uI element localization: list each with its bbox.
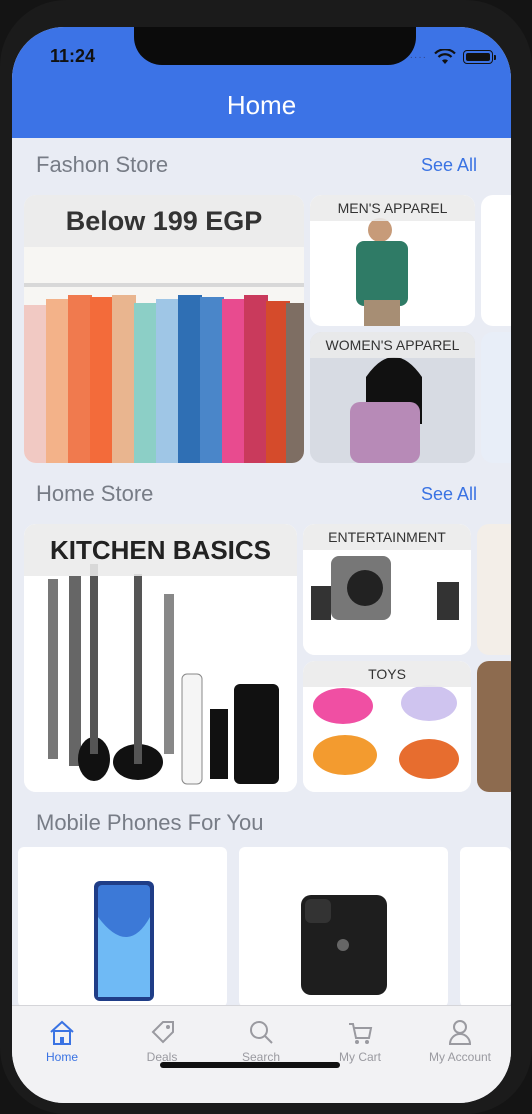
toys-tile[interactable]: TOYS <box>303 661 471 792</box>
product-card[interactable] <box>239 847 448 1007</box>
search-icon <box>250 1021 273 1044</box>
phone-frame: 11:24 ···· Home Fashon Store See All Bel… <box>0 0 532 1114</box>
section-title-fashion: Fashon Store <box>36 152 169 177</box>
phone-product-image <box>301 895 387 995</box>
more-fashion-tile[interactable] <box>481 195 511 326</box>
battery-icon <box>463 50 496 64</box>
tab-search[interactable]: Search <box>221 1018 301 1064</box>
mens-apparel-label: MEN'S APPAREL <box>310 195 475 221</box>
tab-bar: Home Deals Search My Cart My Account <box>12 1005 511 1103</box>
tab-my-account-label: My Account <box>428 1050 492 1064</box>
tab-my-cart[interactable]: My Cart <box>320 1018 400 1064</box>
wifi-icon <box>434 49 456 64</box>
tag-icon <box>151 1021 174 1044</box>
see-all-home-link[interactable]: See All <box>421 484 477 505</box>
notch <box>134 27 416 65</box>
page-title: Home <box>226 90 297 120</box>
more-home-tile[interactable] <box>477 524 511 655</box>
tab-home[interactable]: Home <box>22 1018 102 1064</box>
more-fashion-tile-2[interactable] <box>481 332 511 463</box>
product-card[interactable] <box>18 847 227 1007</box>
section-title-mobile: Mobile Phones For You <box>36 810 264 835</box>
product-card[interactable] <box>460 847 511 1007</box>
status-icons: ···· <box>409 49 496 65</box>
cart-icon <box>349 1023 373 1044</box>
womens-apparel-label: WOMEN'S APPAREL <box>310 332 475 358</box>
status-time: 11:24 <box>50 46 96 66</box>
womens-apparel-tile[interactable]: WOMEN'S APPAREL <box>310 332 475 463</box>
entertainment-label: ENTERTAINMENT <box>303 524 471 550</box>
tab-my-account[interactable]: My Account <box>420 1018 500 1064</box>
entertainment-tile[interactable]: ENTERTAINMENT <box>303 524 471 655</box>
person-icon <box>448 1020 472 1045</box>
tab-my-cart-label: My Cart <box>339 1050 381 1064</box>
mens-apparel-tile[interactable]: MEN'S APPAREL <box>310 195 475 326</box>
see-all-fashion-link[interactable]: See All <box>421 155 477 176</box>
tab-home-label: Home <box>45 1050 78 1064</box>
toys-label: TOYS <box>303 661 471 687</box>
fashion-banner-tile[interactable]: Below 199 EGP <box>24 195 304 463</box>
signal-icon: ···· <box>409 51 427 63</box>
kitchen-banner-label: KITCHEN BASICS <box>24 524 297 576</box>
phone-product-image <box>94 881 154 1001</box>
more-home-tile-2[interactable] <box>477 661 511 792</box>
home-indicator <box>160 1062 340 1068</box>
tab-deals[interactable]: Deals <box>122 1018 202 1064</box>
home-icon <box>50 1020 74 1045</box>
kitchen-banner-tile[interactable]: KITCHEN BASICS <box>24 524 297 792</box>
fashion-banner-label: Below 199 EGP <box>24 195 304 247</box>
screen: 11:24 ···· Home Fashon Store See All Bel… <box>12 27 511 1103</box>
section-title-home: Home Store <box>36 481 154 506</box>
